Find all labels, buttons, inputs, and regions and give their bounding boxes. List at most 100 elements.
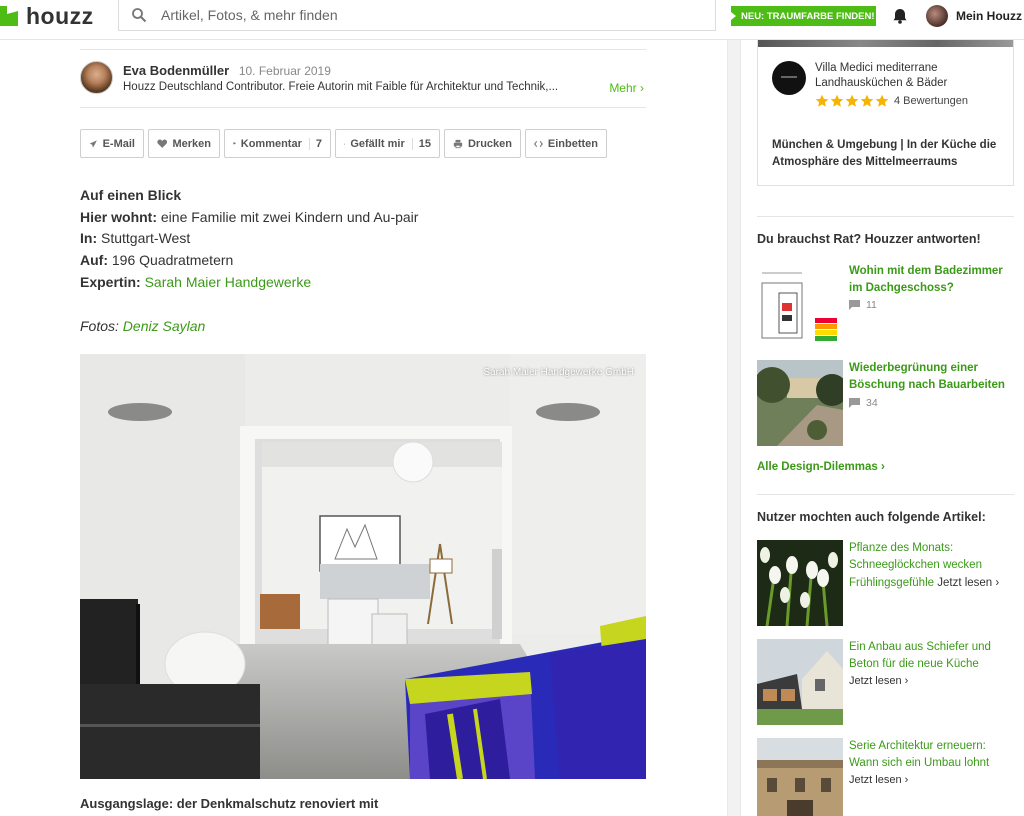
question-comments: 34 (849, 397, 878, 409)
thumbs-up-icon (344, 142, 346, 145)
fact-expert-label: Expertin: (80, 273, 141, 290)
divider (80, 49, 646, 50)
search-icon (132, 8, 147, 23)
embed-button[interactable]: Einbetten (525, 129, 607, 158)
fact-expert: Expertin: Sarah Maier Handgewerke (80, 272, 418, 294)
star-icon (845, 94, 859, 107)
article-item[interactable]: Ein Anbau aus Schiefer und Beton für die… (757, 639, 1014, 725)
stone-building-image (757, 738, 843, 816)
pro-name[interactable]: Villa Medici mediterrane Landhausküchen … (815, 61, 1005, 91)
notifications-bell-icon[interactable] (891, 7, 909, 25)
author-name-text[interactable]: Eva Bodenmüller (123, 63, 229, 78)
author-name[interactable]: Eva Bodenmüller 10. Februar 2019 (123, 63, 331, 78)
expert-link[interactable]: Sarah Maier Handgewerke (145, 274, 312, 290)
article-item[interactable]: Serie Architektur erneuern: Wann sich ei… (757, 738, 1014, 816)
pro-card[interactable]: Villa Medici mediterrane Landhausküchen … (757, 40, 1014, 186)
email-button[interactable]: E-Mail (80, 129, 144, 158)
article-thumbnail[interactable] (757, 540, 843, 626)
like-count: 15 (411, 137, 431, 150)
promo-button[interactable]: NEU: TRAUMFARBE FINDEN! (731, 6, 876, 26)
email-label: E-Mail (102, 137, 135, 150)
read-now-link[interactable]: Jetzt lesen › (937, 577, 999, 589)
review-count[interactable]: 4 Bewertungen (894, 95, 968, 107)
code-icon (534, 140, 543, 147)
question-comments: 11 (849, 299, 877, 311)
article-date: 10. Februar 2019 (238, 64, 331, 78)
all-design-dilemmas-link[interactable]: Alle Design-Dilemmas › (757, 461, 885, 473)
user-avatar[interactable] (926, 5, 948, 27)
my-houzz-link[interactable]: Mein Houzz (956, 9, 1022, 23)
read-now-label: Jetzt lesen (937, 576, 993, 589)
questions-heading: Du brauchst Rat? Houzzer antworten! (757, 232, 981, 246)
houzz-logo-icon (0, 6, 18, 26)
garden-slope-image (757, 360, 843, 446)
pro-logo[interactable] (772, 61, 806, 95)
star-icon (860, 94, 874, 107)
photo-watermark: Sarah Maier Handgewerke GmbH (483, 367, 634, 378)
interior-photo-illustration (80, 354, 646, 779)
article-photo[interactable]: Sarah Maier Handgewerke GmbH (80, 354, 646, 779)
read-now-link[interactable]: Jetzt lesen › (849, 675, 908, 687)
chevron-right-icon: › (904, 675, 909, 687)
photo-credit-line: Fotos: Deniz Saylan (80, 318, 205, 334)
search-input[interactable] (161, 7, 661, 23)
houzz-logo[interactable]: houzz (0, 3, 94, 29)
all-design-dilemmas-label: Alle Design-Dilemmas (757, 461, 878, 473)
fact-size: Auf: 196 Quadratmetern (80, 250, 418, 272)
article-item[interactable]: Pflanze des Monats: Schneeglöckchen weck… (757, 540, 1014, 626)
read-now-label: Jetzt lesen (849, 774, 902, 786)
star-icon (815, 94, 829, 107)
photographer-link[interactable]: Deniz Saylan (123, 318, 206, 334)
fact-size-value: 196 Quadratmetern (111, 252, 234, 269)
print-button[interactable]: Drucken (444, 129, 521, 158)
divider (757, 216, 1014, 217)
article-title[interactable]: Ein Anbau aus Schiefer und Beton für die… (849, 639, 1014, 674)
question-thumbnail[interactable] (757, 263, 843, 349)
chevron-right-icon: › (881, 461, 885, 473)
save-label: Merken (172, 137, 211, 150)
more-link[interactable]: Mehr › (609, 81, 644, 95)
article-thumbnail[interactable] (757, 639, 843, 725)
question-thumbnail[interactable] (757, 360, 843, 446)
column-divider (727, 40, 741, 816)
fact-size-label: Auf: (80, 252, 108, 269)
article-thumbnail[interactable] (757, 738, 843, 816)
floorplan-image (757, 263, 843, 349)
divider (80, 107, 646, 108)
articles-heading: Nutzer mochten auch folgende Artikel: (757, 510, 986, 524)
fact-where-label: In: (80, 230, 98, 247)
question-comment-count: 11 (866, 299, 877, 311)
photos-label: Fotos: (80, 318, 119, 334)
chevron-right-icon: › (904, 774, 909, 786)
comment-count: 7 (308, 137, 322, 150)
author-avatar[interactable] (80, 61, 113, 94)
section-heading: Ausgangslage: der Denkmalschutz renovier… (80, 796, 379, 811)
star-icon (830, 94, 844, 107)
read-now-link[interactable]: Jetzt lesen › (849, 774, 908, 786)
snowdrops-image (757, 540, 843, 626)
heart-icon (157, 139, 168, 148)
comment-icon (849, 398, 860, 408)
top-navigation-bar: houzz NEU: TRAUMFARBE FINDEN! Mein Houzz (0, 0, 1024, 40)
comment-icon (233, 142, 236, 145)
question-item[interactable]: Wiederbegrünung einer Böschung nach Baua… (757, 360, 1014, 446)
fact-who-label: Hier wohnt: (80, 208, 157, 225)
article-title[interactable]: Pflanze des Monats: Schneeglöckchen weck… (849, 540, 1014, 592)
star-icon (875, 94, 889, 107)
chevron-right-icon: › (640, 81, 644, 95)
facts-box: Auf einen Blick Hier wohnt: eine Familie… (80, 185, 418, 294)
question-title[interactable]: Wiederbegrünung einer Böschung nach Baua… (849, 360, 1014, 394)
save-button[interactable]: Merken (148, 129, 220, 158)
question-title[interactable]: Wohin mit dem Badezimmer im Dachgeschoss… (849, 263, 1014, 297)
fact-where: In: Stuttgart-West (80, 228, 418, 250)
more-link-label: Mehr (609, 81, 637, 95)
fact-where-value: Stuttgart-West (101, 230, 191, 247)
comment-button[interactable]: Kommentar 7 (224, 129, 331, 158)
article-title[interactable]: Serie Architektur erneuern: Wann sich ei… (849, 738, 1014, 773)
rating-stars: 4 Bewertungen (815, 94, 968, 108)
author-bio: Houzz Deutschland Contributor. Freie Aut… (123, 81, 559, 93)
search-bar[interactable] (118, 0, 716, 31)
like-button[interactable]: Gefällt mir 15 (335, 129, 440, 158)
comment-icon (849, 300, 860, 310)
question-item[interactable]: Wohin mit dem Badezimmer im Dachgeschoss… (757, 263, 1014, 349)
